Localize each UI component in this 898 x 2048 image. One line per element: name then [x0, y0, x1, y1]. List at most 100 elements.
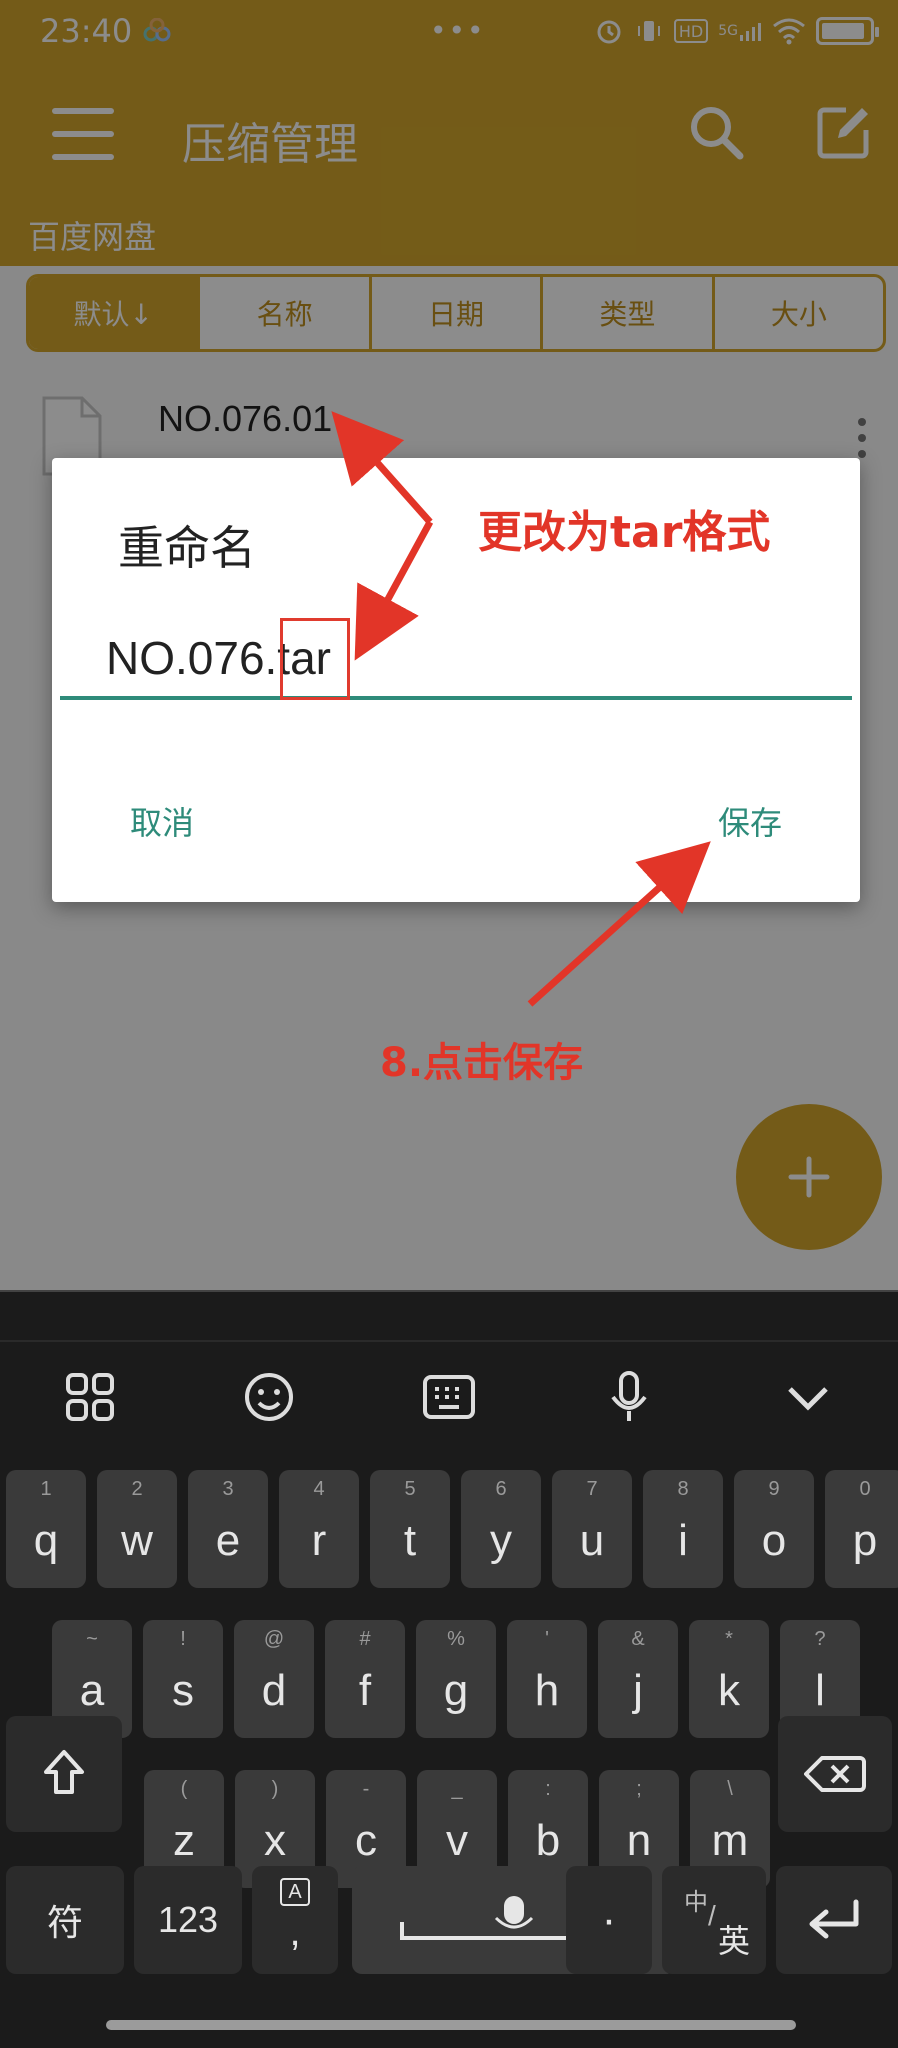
key-label: l: [815, 1666, 825, 1715]
key-t[interactable]: 5t: [370, 1470, 450, 1588]
key-label: h: [534, 1666, 560, 1715]
mic-icon[interactable]: [599, 1367, 659, 1427]
key-hint: (: [180, 1778, 188, 1800]
key-hint: 8: [677, 1478, 689, 1500]
key-hint: &: [631, 1628, 645, 1650]
key-label: z: [173, 1816, 195, 1865]
number-key[interactable]: 123: [134, 1866, 242, 1974]
key-hint: 7: [586, 1478, 598, 1500]
cancel-button[interactable]: 取消: [130, 798, 194, 844]
key-hint: @: [263, 1628, 285, 1650]
keyboard-icon[interactable]: [419, 1367, 479, 1427]
lang-cn-label: 中: [684, 1889, 708, 1916]
number-key-label: 123: [157, 1899, 219, 1940]
key-label: m: [711, 1816, 749, 1865]
key-d[interactable]: @ d: [234, 1620, 314, 1738]
dialog-title: 重命名: [118, 521, 256, 575]
key-hint: ?: [814, 1628, 826, 1650]
key-hint: _: [451, 1778, 463, 1800]
key-h[interactable]: ' h: [507, 1620, 587, 1738]
chevron-down-icon[interactable]: [778, 1367, 838, 1427]
key-r[interactable]: 4r: [279, 1470, 359, 1588]
key-label: o: [761, 1516, 787, 1565]
key-label: i: [678, 1516, 688, 1565]
annotation-click-save: 8.点击保存: [380, 1040, 584, 1086]
key-label: c: [355, 1816, 377, 1865]
enter-key[interactable]: [776, 1866, 892, 1974]
key-label: s: [172, 1666, 194, 1715]
key-g[interactable]: % g: [416, 1620, 496, 1738]
key-hint: ': [545, 1628, 549, 1650]
key-hint: -: [362, 1778, 370, 1800]
annotation-change-format: 更改为tar格式: [478, 507, 771, 558]
highlight-box: [280, 618, 350, 700]
key-k[interactable]: * k: [689, 1620, 769, 1738]
key-label: e: [215, 1516, 241, 1565]
key-label: y: [490, 1516, 512, 1565]
comma-key-label: ,: [289, 1910, 301, 1954]
key-hint: \: [727, 1778, 733, 1800]
backspace-key[interactable]: [778, 1716, 892, 1832]
key-hint: 9: [768, 1478, 780, 1500]
comma-key[interactable]: A ,: [252, 1866, 338, 1974]
key-j[interactable]: & j: [598, 1620, 678, 1738]
key-i[interactable]: 8i: [643, 1470, 723, 1588]
key-label: x: [264, 1816, 286, 1865]
shift-key[interactable]: [6, 1716, 122, 1832]
home-indicator[interactable]: [106, 2020, 796, 2030]
key-hint: 3: [222, 1478, 234, 1500]
key-label: v: [446, 1816, 468, 1865]
key-hint: 2: [131, 1478, 143, 1500]
key-label: p: [852, 1516, 878, 1565]
period-key[interactable]: ·: [566, 1866, 652, 1974]
grid-icon[interactable]: [60, 1367, 120, 1427]
enter-icon: [809, 1899, 859, 1939]
key-e[interactable]: 3e: [188, 1470, 268, 1588]
comma-key-hint: A: [280, 1878, 310, 1906]
key-hint: ~: [86, 1628, 98, 1650]
symbol-key-label: 符: [46, 1902, 83, 1943]
key-hint: ): [271, 1778, 279, 1800]
key-p[interactable]: 0p: [825, 1470, 898, 1588]
key-f[interactable]: # f: [325, 1620, 405, 1738]
key-s[interactable]: ! s: [143, 1620, 223, 1738]
key-hint: ;: [636, 1778, 642, 1800]
key-label: k: [718, 1666, 740, 1715]
language-key[interactable]: 中 / 英: [662, 1866, 766, 1974]
save-button[interactable]: 保存: [718, 798, 782, 844]
keyboard-toolbar: [0, 1340, 898, 1452]
key-o[interactable]: 9o: [734, 1470, 814, 1588]
emoji-icon[interactable]: [239, 1367, 299, 1427]
key-label: d: [261, 1666, 287, 1715]
key-label: g: [443, 1666, 469, 1715]
key-hint: 0: [859, 1478, 871, 1500]
key-label: a: [79, 1666, 105, 1715]
key-label: q: [33, 1516, 59, 1565]
lang-slash-label: /: [708, 1900, 716, 1931]
key-label: j: [633, 1666, 643, 1715]
key-hint: %: [447, 1628, 465, 1650]
key-label: f: [358, 1666, 372, 1715]
soft-keyboard: 1q2w3e4r5t6y7u8i9o0p ~ a! s @ d # f% g ' h & j * k? l …: [0, 1292, 898, 2048]
key-q[interactable]: 1q: [6, 1470, 86, 1588]
key-label: t: [403, 1516, 417, 1565]
key-hint: !: [180, 1628, 186, 1650]
lang-en-label: 英: [718, 1923, 751, 1959]
key-label: b: [535, 1816, 561, 1865]
key-u[interactable]: 7u: [552, 1470, 632, 1588]
rename-input[interactable]: [60, 620, 852, 700]
key-label: u: [579, 1516, 605, 1565]
key-hint: 5: [404, 1478, 416, 1500]
key-y[interactable]: 6y: [461, 1470, 541, 1588]
key-hint: :: [545, 1778, 551, 1800]
key-label: n: [626, 1816, 652, 1865]
symbol-key[interactable]: 符: [6, 1866, 124, 1974]
backspace-icon: [804, 1756, 866, 1792]
key-hint: 6: [495, 1478, 507, 1500]
key-hint: 1: [40, 1478, 52, 1500]
key-label: w: [121, 1516, 153, 1565]
key-hint: *: [725, 1628, 733, 1650]
shift-icon: [44, 1750, 84, 1794]
key-hint: #: [359, 1628, 371, 1650]
key-w[interactable]: 2w: [97, 1470, 177, 1588]
